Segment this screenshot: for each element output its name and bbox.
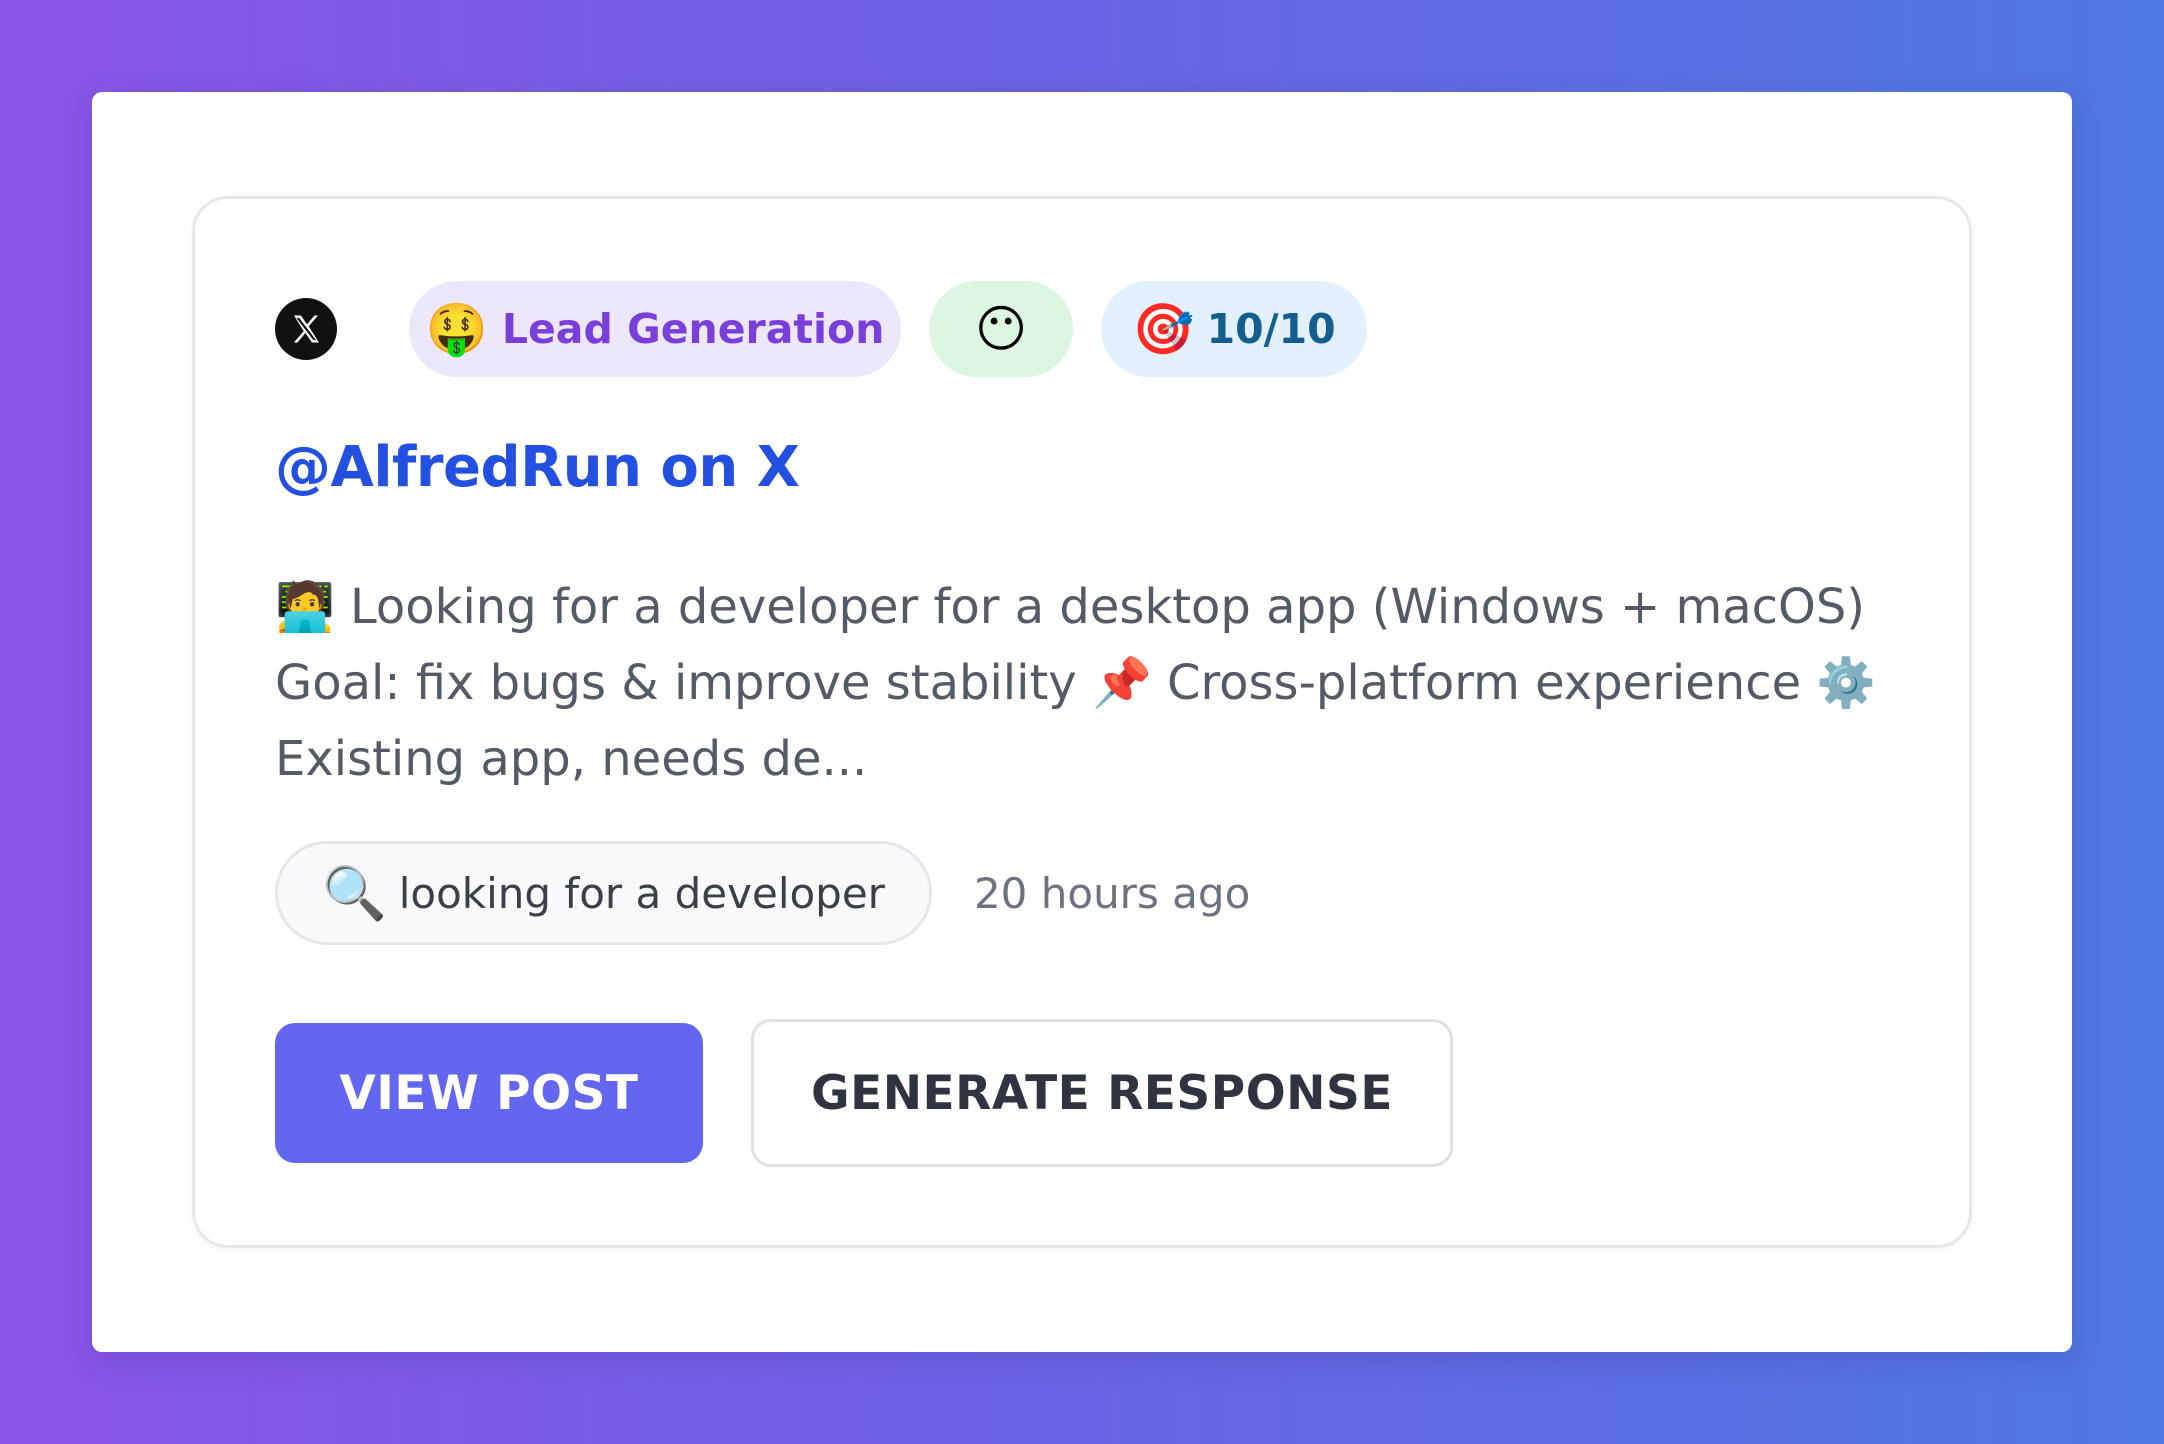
magnifier-icon: 🔍 xyxy=(322,863,387,924)
badge-row: 🤑 Lead Generation 😶 🎯 10/10 xyxy=(275,281,1395,377)
generate-response-button[interactable]: GENERATE RESPONSE xyxy=(751,1019,1453,1167)
x-logo-glyph xyxy=(293,315,319,343)
outer-panel: 🤑 Lead Generation 😶 🎯 10/10 @AlfredRun o… xyxy=(92,92,2072,1352)
category-label: Lead Generation xyxy=(501,305,885,353)
keyword-chip: 🔍 looking for a developer xyxy=(275,841,932,945)
money-face-icon: 🤑 xyxy=(425,300,488,358)
target-icon: 🎯 xyxy=(1132,300,1195,358)
meta-row: 🔍 looking for a developer 20 hours ago xyxy=(275,841,1250,945)
timestamp: 20 hours ago xyxy=(973,868,1251,918)
post-excerpt: 🧑‍💻 Looking for a developer for a deskto… xyxy=(275,579,1877,787)
sentiment-badge: 😶 xyxy=(929,281,1073,377)
score-label: 10/10 xyxy=(1206,305,1336,353)
category-badge: 🤑 Lead Generation xyxy=(409,281,901,377)
x-logo-icon xyxy=(275,298,337,360)
action-row: VIEW POST GENERATE RESPONSE xyxy=(275,1019,1453,1167)
post-card: 🤑 Lead Generation 😶 🎯 10/10 @AlfredRun o… xyxy=(192,196,1972,1248)
keyword-label: looking for a developer xyxy=(398,868,885,918)
score-badge: 🎯 10/10 xyxy=(1101,281,1367,377)
neutral-face-icon: 😶 xyxy=(974,300,1028,358)
view-post-button[interactable]: VIEW POST xyxy=(275,1023,703,1163)
post-title-link[interactable]: @AlfredRun on X xyxy=(275,435,800,500)
